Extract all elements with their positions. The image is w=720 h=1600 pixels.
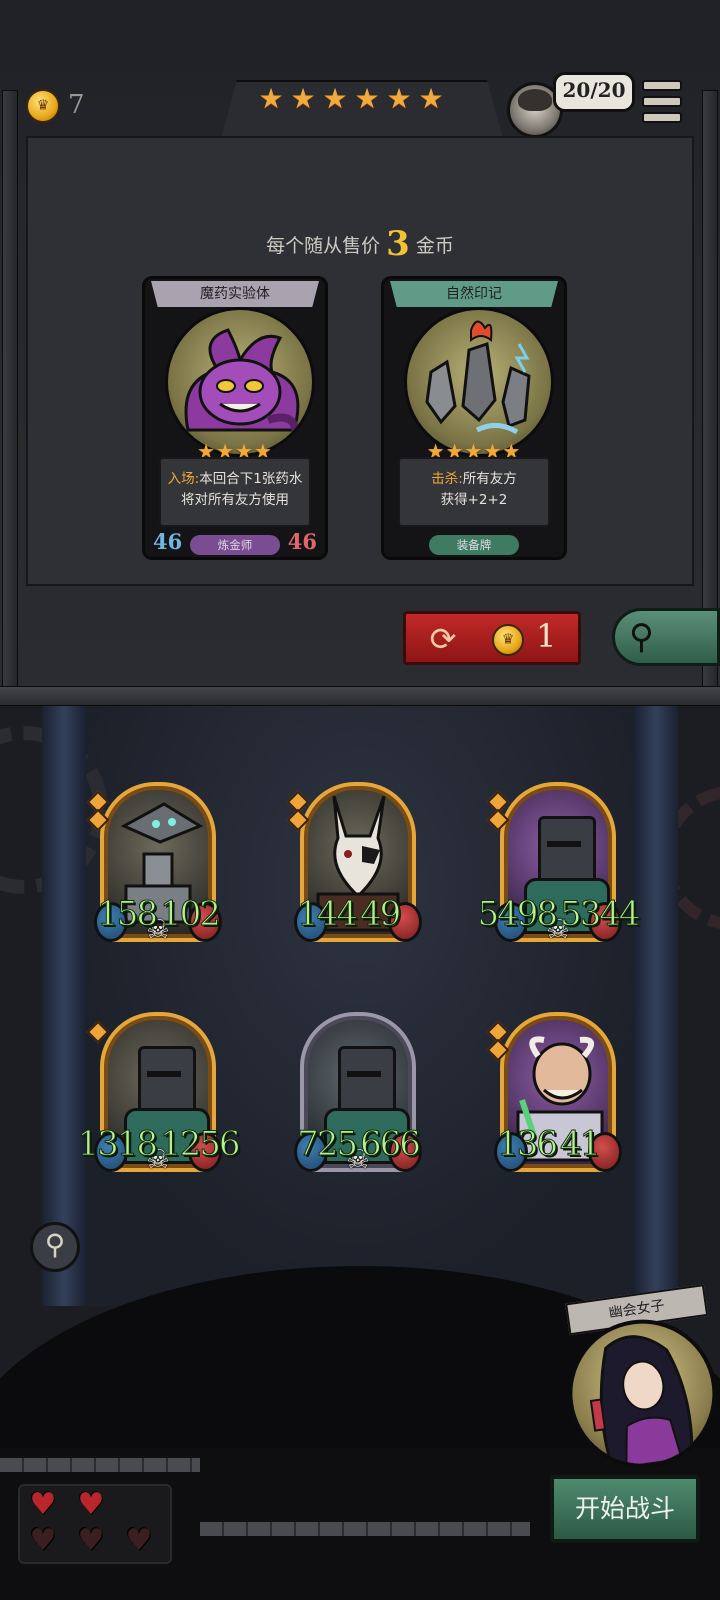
tavern-tier-stars: ★ ★ ★ ★ ★ ★ (258, 82, 444, 115)
menu-bar (642, 96, 682, 107)
card-type-tag: 装备牌 (429, 535, 519, 555)
shop-card-potion-subject[interactable]: 魔药实验体 ★★★★ 入场:本回合下1张药水 将对所有友方使用 炼金师 46 4… (142, 276, 328, 560)
menu-button[interactable] (642, 80, 682, 123)
minion-robot[interactable]: ☠ 158 102 (86, 782, 228, 960)
minion-health: 49 (359, 894, 401, 935)
card-health: 46 (287, 529, 317, 554)
pillar-right (634, 706, 678, 1306)
minion-attack: 1318 (77, 1124, 159, 1165)
heart-icon-full: ♥ (29, 1487, 57, 1522)
minion-masked-rabbit[interactable]: 144 49 (286, 782, 428, 960)
card-desc-line1: 所有友方 (462, 471, 517, 487)
minion-health: 1256 (160, 1124, 242, 1165)
panel-divider (0, 686, 720, 707)
tier-star-icon: ★ (258, 82, 284, 115)
minion-health: 5344 (560, 894, 642, 935)
card-desc-line2: 获得+2+2 (440, 492, 508, 508)
lives-panel: ♥ ♥ ♥ ♥ ♥ (18, 1484, 172, 1564)
refresh-shop-button[interactable]: ⟳ ♛ 1 (403, 611, 581, 665)
card-desc-line2: 将对所有友方使用 (181, 492, 289, 508)
heart-icon-empty: ♥ (77, 1523, 105, 1558)
rail-segment (200, 1520, 530, 1536)
card-desc-line1: 本回合下1张药水 (199, 471, 303, 487)
gold-coin-icon: ♛ (26, 89, 60, 123)
minion-attack: 5498 (477, 894, 559, 935)
magnifier-icon: ⚲ (629, 617, 654, 657)
minion-mad-scientist[interactable]: 136 41 (486, 1012, 628, 1190)
minion-iron-knight[interactable]: ☠ 1318 1256 (77, 1012, 241, 1190)
shop-card-nature-mark[interactable]: 自然印记 ★★★★★ 击杀:所有友方 获得+2+2 装备牌 (381, 276, 567, 560)
refresh-cost: 1 (536, 617, 557, 655)
start-battle-button[interactable]: 开始战斗 (550, 1475, 700, 1543)
gold-coin-icon: ♛ (492, 624, 524, 656)
card-tribe-tag: 炼金师 (190, 535, 280, 555)
menu-bar (642, 80, 682, 91)
sell-price-line: 每个随从售价 3 金币 (0, 224, 720, 264)
minion-attack: 725 (297, 1124, 359, 1165)
card-attack: 46 (153, 529, 183, 554)
minion-attack: 158 (97, 894, 159, 935)
pillar-left (42, 706, 86, 1306)
card-art-elemental-stones (404, 307, 554, 457)
hero-portrait (558, 1310, 720, 1478)
card-art-tentacle-monster (165, 307, 315, 457)
card-description: 入场:本回合下1张药水 将对所有友方使用 (159, 457, 311, 527)
tier-star-icon: ★ (354, 82, 380, 115)
shop-panel: ♛ 7 ★ ★ ★ ★ ★ ★ 20/20 每个随从售价3金币 魔药实验体 (0, 0, 720, 707)
minion-attack: 144 (297, 894, 359, 935)
minion-iron-knight[interactable]: ☠ 5498 5344 (477, 782, 641, 960)
gold-amount: 7 (68, 90, 85, 120)
minion-health: 41 (559, 1124, 601, 1165)
minion-attack: 136 (497, 1124, 559, 1165)
player-count-badge: 20/20 (553, 72, 635, 112)
minion-iron-knight[interactable]: ☠ 725 666 (288, 1012, 428, 1190)
tier-star-icon: ★ (290, 82, 316, 115)
shop-offer-area (26, 136, 694, 586)
tier-star-icon: ★ (386, 82, 412, 115)
menu-bar (642, 112, 682, 123)
magnifier-icon: ⚲ (44, 1228, 66, 1261)
hero-card[interactable]: 幽会女子 (541, 1284, 720, 1481)
minion-health: 102 (160, 894, 222, 935)
card-description: 击杀:所有友方 获得+2+2 (398, 457, 550, 527)
inspect-button[interactable]: ⚲ (30, 1222, 80, 1272)
card-keyword: 击杀: (431, 471, 463, 487)
heart-icon-empty: ♥ (125, 1523, 153, 1558)
rail-segment (0, 1456, 200, 1472)
search-button[interactable]: ⚲ (612, 608, 720, 666)
tier-star-icon: ★ (418, 82, 444, 115)
card-keyword: 入场: (167, 471, 200, 487)
minion-health: 666 (360, 1124, 422, 1165)
card-name: 魔药实验体 (151, 281, 319, 307)
frame-edge-left (2, 90, 18, 692)
frame-edge-right (702, 90, 718, 692)
sell-price-amount: 3 (386, 224, 410, 264)
sell-price-suffix: 金币 (415, 235, 454, 257)
heart-icon-full: ♥ (77, 1487, 105, 1522)
heart-icon-empty: ♥ (29, 1523, 57, 1558)
refresh-icon: ⟳ (429, 620, 457, 658)
card-name: 自然印记 (390, 281, 558, 307)
sell-price-prefix: 每个随从售价 (266, 235, 381, 257)
tier-star-icon: ★ (322, 82, 348, 115)
